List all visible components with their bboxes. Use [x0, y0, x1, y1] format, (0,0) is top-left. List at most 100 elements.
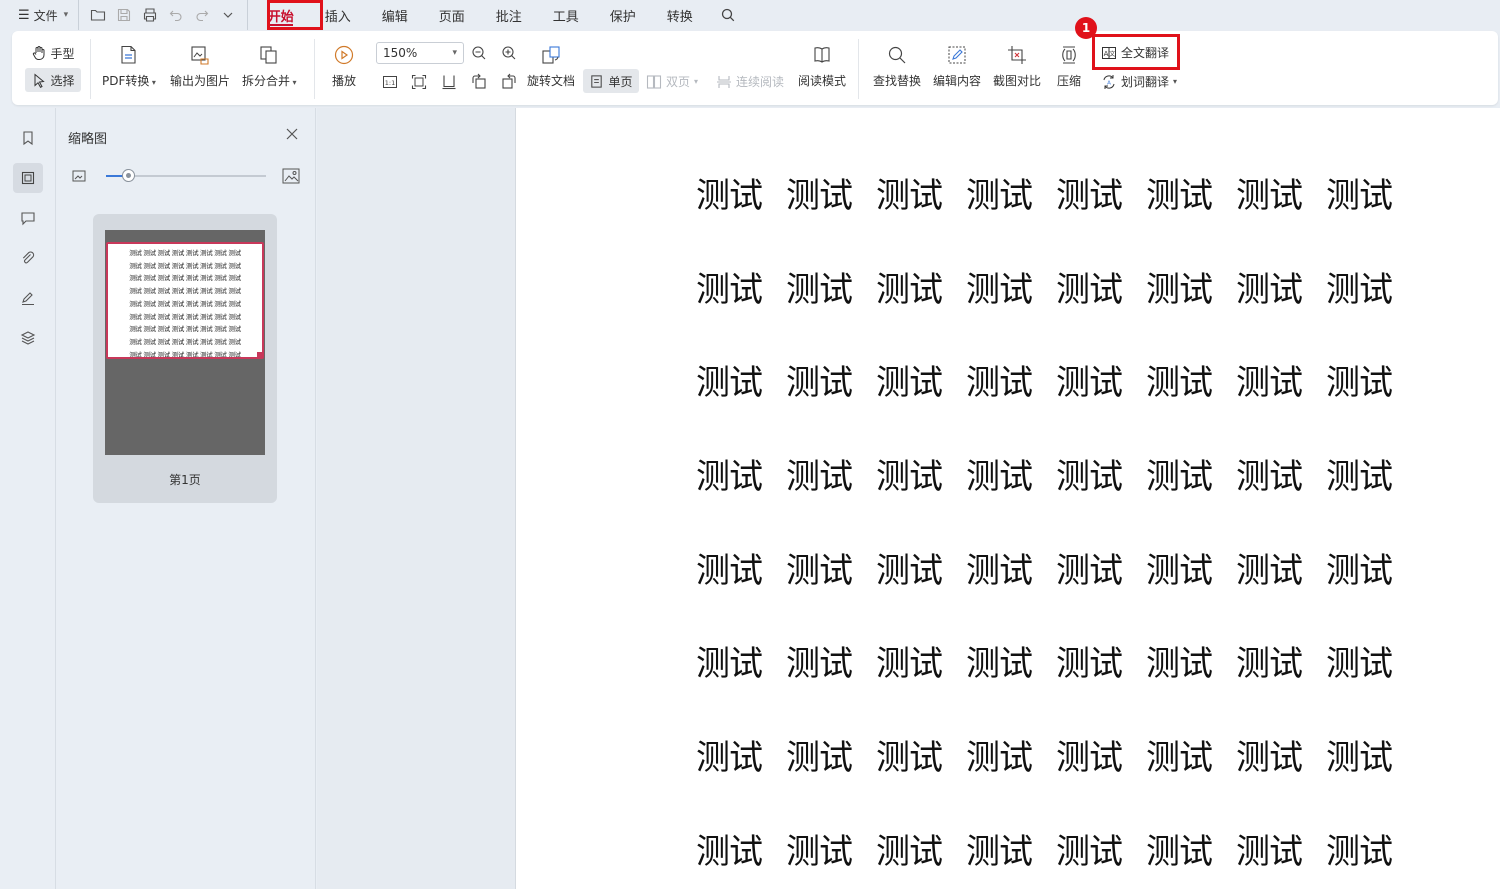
word-translate-label: 划词翻译: [1121, 75, 1170, 89]
bookmark-icon[interactable]: [13, 123, 43, 153]
document-word: 测试: [786, 831, 853, 872]
play-icon: [332, 43, 356, 67]
document-word: 测试: [876, 738, 943, 779]
thumbnail-size-slider[interactable]: [70, 166, 304, 186]
document-viewport[interactable]: 测试 测试 测试 测试 测试 测试 测试 测试 测试 测试 测试 测试 测试 测试 测试 测试 测试 测试 测试 测试…: [317, 108, 1500, 889]
document-line: 测试 测试 测试 测试 测试 测试 测试 测试: [696, 734, 1416, 828]
screenshot-compare-button[interactable]: 截图对比: [993, 43, 1041, 89]
compress-button[interactable]: 压缩: [1057, 43, 1081, 89]
pdf-convert-label: PDF转换: [102, 74, 150, 88]
document-word: 测试: [966, 644, 1033, 685]
chevron-down-icon: ▾: [1173, 77, 1178, 86]
word-translate-button[interactable]: A 划词翻译 ▾: [1101, 73, 1177, 90]
document-word: 测试: [1236, 550, 1303, 591]
document-line: 测试 测试 测试 测试 测试 测试 测试 测试: [696, 640, 1416, 734]
document-word: 测试: [1146, 363, 1213, 404]
slider-handle[interactable]: [122, 169, 136, 182]
continuous-read-label: 连续阅读: [736, 75, 785, 89]
comment-icon[interactable]: [13, 203, 43, 233]
document-word: 测试: [1326, 738, 1393, 779]
tab-tools[interactable]: 工具: [537, 0, 594, 30]
document-line: 测试 测试 测试 测试 测试 测试 测试 测试: [696, 547, 1416, 641]
split-merge-button[interactable]: 拆分合并 ▾: [242, 43, 297, 89]
open-folder-icon[interactable]: [85, 2, 111, 28]
tab-insert[interactable]: 插入: [309, 0, 366, 30]
zoom-select[interactable]: 150% ▾: [376, 42, 464, 64]
undo-icon[interactable]: [163, 2, 189, 28]
double-page-icon: [646, 74, 662, 89]
document-word: 测试: [696, 457, 763, 498]
zoom-in-icon[interactable]: [498, 42, 520, 64]
double-page-button[interactable]: 双页 ▾: [646, 73, 698, 90]
tab-page[interactable]: 页面: [423, 0, 480, 30]
document-word: 测试: [1236, 363, 1303, 404]
edit-content-button[interactable]: 编辑内容: [933, 43, 981, 89]
continuous-read-button[interactable]: 连续阅读: [716, 73, 784, 90]
rotate-left-icon[interactable]: [467, 70, 491, 94]
zoom-value: 150%: [383, 46, 418, 60]
book-icon: [810, 43, 834, 67]
document-word: 测试: [1236, 176, 1303, 216]
play-button[interactable]: 播放: [332, 43, 356, 89]
document-word: 测试: [1326, 550, 1393, 591]
export-image-button[interactable]: 输出为图片: [170, 43, 230, 89]
document-word: 测试: [696, 363, 763, 404]
fit-width-icon[interactable]: [437, 70, 461, 94]
chevron-down-icon: ▾: [149, 78, 156, 87]
document-word: 测试: [696, 644, 763, 685]
tab-annotate[interactable]: 批注: [480, 0, 537, 30]
zoom-out-icon[interactable]: [468, 42, 490, 64]
chevron-down-icon: ▾: [694, 77, 699, 86]
signature-icon[interactable]: [13, 283, 43, 313]
fit-page-icon[interactable]: [407, 70, 431, 94]
export-image-icon: [188, 43, 212, 67]
rotate-right-icon[interactable]: [497, 70, 521, 94]
document-word: 测试: [1146, 831, 1213, 872]
document-word: 测试: [876, 269, 943, 310]
actual-size-icon[interactable]: 1:1: [378, 70, 402, 94]
tab-edit[interactable]: 编辑: [366, 0, 423, 30]
tab-protect[interactable]: 保护: [594, 0, 651, 30]
document-word: 测试: [696, 269, 763, 310]
document-word: 测试: [1146, 644, 1213, 685]
rotate-document-label: 旋转文档: [527, 74, 576, 88]
tab-start[interactable]: 开始: [252, 0, 309, 30]
customize-chevron-icon[interactable]: [215, 2, 241, 28]
file-menu[interactable]: ☰ 文件 ▾: [0, 0, 78, 30]
large-image-icon: [282, 168, 300, 184]
tab-convert[interactable]: 转换: [651, 0, 708, 30]
compress-icon: [1057, 43, 1081, 67]
attachment-icon[interactable]: [13, 243, 43, 273]
play-label: 播放: [332, 74, 357, 88]
thumbnail-text-preview: 测试 测试 测试 测试 测试 测试 测试 测试 测试 测试 测试 测试 测试 测试…: [129, 249, 241, 359]
magnifier-icon: [885, 43, 909, 67]
read-mode-button[interactable]: 阅读模式: [798, 43, 846, 89]
pdf-convert-button[interactable]: PDF转换 ▾: [102, 43, 156, 89]
print-icon[interactable]: [137, 2, 163, 28]
document-word: 测试: [1056, 831, 1123, 872]
thumbnail-page-preview: 测试 测试 测试 测试 测试 测试 测试 测试 测试 测试 测试 测试 测试 测试…: [106, 242, 264, 359]
document-word: 测试: [696, 550, 763, 591]
split-merge-label: 拆分合并: [242, 74, 291, 88]
single-page-button[interactable]: 单页: [583, 69, 639, 93]
svg-text:文: 文: [1109, 50, 1115, 58]
thumbnail-icon[interactable]: [13, 163, 43, 193]
screenshot-compare-icon: [1005, 43, 1029, 67]
double-page-label: 双页: [666, 75, 691, 89]
select-tool-button[interactable]: 选择: [25, 68, 81, 92]
hand-tool-button[interactable]: 手型: [25, 41, 81, 65]
page-thumbnail[interactable]: 测试 测试 测试 测试 测试 测试 测试 测试 测试 测试 测试 测试 测试 测试…: [93, 214, 277, 503]
redo-icon[interactable]: [189, 2, 215, 28]
save-icon[interactable]: [111, 2, 137, 28]
document-line: 测试 测试 测试 测试 测试 测试 测试 测试: [696, 828, 1416, 889]
close-icon[interactable]: [282, 124, 302, 144]
full-translate-button[interactable]: A文 全文翻译: [1101, 44, 1169, 61]
search-icon[interactable]: [708, 0, 748, 30]
rotate-document-button[interactable]: 旋转文档: [527, 43, 575, 89]
single-page-label: 单页: [608, 74, 633, 89]
layers-icon[interactable]: [13, 323, 43, 353]
document-word: 测试: [1056, 269, 1123, 310]
export-image-label: 输出为图片: [170, 74, 231, 88]
document-word: 测试: [786, 738, 853, 779]
find-replace-button[interactable]: 查找替换: [873, 43, 921, 89]
